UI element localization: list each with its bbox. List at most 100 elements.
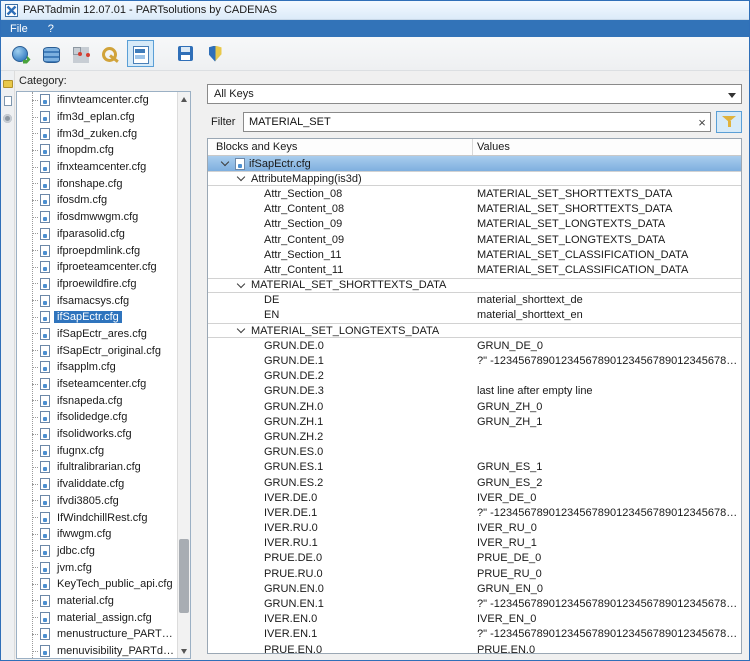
table-row[interactable]: IVER.DE.1 ?" -12345678901234567890123456…	[208, 505, 741, 520]
table-row[interactable]: GRUN.ZH.0 GRUN_ZH_0	[208, 399, 741, 414]
table-row[interactable]: IVER.DE.0 IVER_DE_0	[208, 490, 741, 505]
category-list-item[interactable]: ifnxteamcenter.cfg	[17, 159, 177, 176]
chevron-down-icon[interactable]	[237, 173, 245, 181]
row-key-cell: IVER.DE.1	[208, 507, 473, 519]
category-list-item[interactable]: ifinvteamcenter.cfg	[17, 92, 177, 109]
table-row[interactable]: PRUE.RU.0 PRUE_RU_0	[208, 566, 741, 581]
category-item-label: menustructure_PARTda...	[54, 628, 177, 640]
configuration-files-button[interactable]	[127, 40, 154, 67]
column-header-blocks-and-keys[interactable]: Blocks and Keys	[208, 139, 473, 155]
table-row[interactable]: MATERIAL_SET_SHORTTEXTS_DATA	[208, 278, 741, 293]
category-list-item[interactable]: menustructure_PARTda...	[17, 626, 177, 643]
category-list-item[interactable]: ifsapplm.cfg	[17, 359, 177, 376]
menu-help[interactable]: ?	[48, 23, 54, 35]
category-list-item[interactable]: IfWindchillRest.cfg	[17, 509, 177, 526]
category-list-item[interactable]: ifm3d_zuken.cfg	[17, 125, 177, 142]
category-list-item[interactable]: ifvdi3805.cfg	[17, 493, 177, 510]
table-row[interactable]: AttributeMapping(is3d)	[208, 171, 741, 186]
clear-filter-icon[interactable]	[694, 112, 710, 132]
table-row[interactable]: Attr_Section_09 MATERIAL_SET_LONGTEXTS_D…	[208, 217, 741, 232]
keys-filter-value: All Keys	[214, 88, 254, 100]
category-list-item[interactable]: ifSapEctr.cfg	[17, 309, 177, 326]
category-list-item[interactable]: ifsolidedge.cfg	[17, 409, 177, 426]
table-row[interactable]: GRUN.DE.2	[208, 369, 741, 384]
chevron-down-icon[interactable]	[221, 158, 229, 166]
category-list-item[interactable]: ifugnx.cfg	[17, 442, 177, 459]
apply-filter-button[interactable]	[716, 111, 742, 133]
table-row[interactable]: IVER.RU.1 IVER_RU_1	[208, 536, 741, 551]
category-list-item[interactable]: ifproeteamcenter.cfg	[17, 259, 177, 276]
table-row[interactable]: DE material_shorttext_de	[208, 293, 741, 308]
save-button[interactable]	[172, 40, 199, 67]
chevron-down-icon[interactable]	[237, 325, 245, 333]
keys-filter-dropdown[interactable]: All Keys	[207, 84, 742, 104]
table-row[interactable]: Attr_Content_11 MATERIAL_SET_CLASSIFICAT…	[208, 262, 741, 277]
database-button[interactable]	[37, 40, 64, 67]
table-row[interactable]: GRUN.ZH.2	[208, 429, 741, 444]
dock-folder-icon[interactable]	[3, 80, 13, 88]
category-scrollbar[interactable]	[177, 92, 190, 658]
category-list-item[interactable]: ifproewildfire.cfg	[17, 276, 177, 293]
menu-file[interactable]: File	[10, 23, 28, 35]
table-row[interactable]: GRUN.EN.1 ?" -12345678901234567890123456…	[208, 596, 741, 611]
table-row[interactable]: GRUN.EN.0 GRUN_EN_0	[208, 581, 741, 596]
scroll-down-button[interactable]	[178, 644, 190, 658]
category-list-item[interactable]: material_assign.cfg	[17, 609, 177, 626]
table-row[interactable]: IVER.EN.1 ?" -12345678901234567890123456…	[208, 627, 741, 642]
category-list-item[interactable]: menuvisibility_PARTda...	[17, 643, 177, 658]
table-row[interactable]: IVER.RU.0 IVER_RU_0	[208, 521, 741, 536]
column-header-values[interactable]: Values	[473, 141, 741, 153]
category-list-item[interactable]: ifsamacsys.cfg	[17, 292, 177, 309]
category-list-item[interactable]: ifultralibrarian.cfg	[17, 459, 177, 476]
category-list-item[interactable]: ifwwgm.cfg	[17, 526, 177, 543]
category-list-item[interactable]: ifsolidworks.cfg	[17, 426, 177, 443]
category-list-item[interactable]: KeyTech_public_api.cfg	[17, 576, 177, 593]
dock-document-icon[interactable]	[4, 96, 12, 106]
category-list-item[interactable]: ifSapEctr_original.cfg	[17, 342, 177, 359]
table-row[interactable]: PRUE.DE.0 PRUE_DE_0	[208, 551, 741, 566]
category-list-item[interactable]: ifonshape.cfg	[17, 175, 177, 192]
table-row[interactable]: MATERIAL_SET_LONGTEXTS_DATA	[208, 323, 741, 338]
catalog-update-globe-button[interactable]	[7, 40, 34, 67]
package-install-button[interactable]	[67, 40, 94, 67]
row-key-cell: Attr_Section_09	[208, 218, 473, 230]
row-key-cell: PRUE.RU.0	[208, 568, 473, 580]
chevron-down-icon[interactable]	[237, 279, 245, 287]
table-row[interactable]: GRUN.ZH.1 GRUN_ZH_1	[208, 414, 741, 429]
category-list-item[interactable]: ifSapEctr_ares.cfg	[17, 326, 177, 343]
table-row[interactable]: EN material_shorttext_en	[208, 308, 741, 323]
category-list-item[interactable]: ifosdmwwgm.cfg	[17, 209, 177, 226]
table-row[interactable]: Attr_Content_08 MATERIAL_SET_SHORTTEXTS_…	[208, 202, 741, 217]
scrollbar-thumb[interactable]	[179, 539, 189, 613]
category-list-item[interactable]: jdbc.cfg	[17, 543, 177, 560]
category-list-item[interactable]: material.cfg	[17, 593, 177, 610]
shield-button[interactable]	[202, 40, 229, 67]
table-row[interactable]: Attr_Section_08 MATERIAL_SET_SHORTTEXTS_…	[208, 186, 741, 201]
filter-input[interactable]	[243, 112, 711, 132]
category-list-item[interactable]: ifproepdmlink.cfg	[17, 242, 177, 259]
table-row[interactable]: GRUN.DE.1 ?" -12345678901234567890123456…	[208, 353, 741, 368]
table-row[interactable]: Attr_Section_11 MATERIAL_SET_CLASSIFICAT…	[208, 247, 741, 262]
config-file-icon	[40, 512, 50, 524]
dock-gear-icon[interactable]	[3, 114, 12, 123]
category-list-item[interactable]: ifparasolid.cfg	[17, 226, 177, 243]
table-row[interactable]: ifSapEctr.cfg	[208, 156, 741, 171]
table-row[interactable]: IVER.EN.0 IVER_EN_0	[208, 612, 741, 627]
category-list-item[interactable]: ifosdm.cfg	[17, 192, 177, 209]
category-list-item[interactable]: jvm.cfg	[17, 559, 177, 576]
table-row[interactable]: GRUN.DE.3 last line after empty line	[208, 384, 741, 399]
table-row[interactable]: GRUN.ES.0	[208, 445, 741, 460]
row-value: MATERIAL_SET_SHORTTEXTS_DATA	[473, 188, 741, 200]
category-list-item[interactable]: ifsnapeda.cfg	[17, 392, 177, 409]
category-list-item[interactable]: ifnopdm.cfg	[17, 142, 177, 159]
table-row[interactable]: GRUN.DE.0 GRUN_DE_0	[208, 338, 741, 353]
table-row[interactable]: GRUN.ES.1 GRUN_ES_1	[208, 460, 741, 475]
table-row[interactable]: Attr_Content_09 MATERIAL_SET_LONGTEXTS_D…	[208, 232, 741, 247]
license-key-button[interactable]	[97, 40, 124, 67]
table-row[interactable]: PRUE.EN.0 PRUE.EN.0	[208, 642, 741, 653]
category-list-item[interactable]: ifvaliddate.cfg	[17, 476, 177, 493]
table-row[interactable]: GRUN.ES.2 GRUN_ES_2	[208, 475, 741, 490]
category-list-item[interactable]: ifseteamcenter.cfg	[17, 376, 177, 393]
scroll-up-button[interactable]	[178, 92, 190, 106]
category-list-item[interactable]: ifm3d_eplan.cfg	[17, 109, 177, 126]
